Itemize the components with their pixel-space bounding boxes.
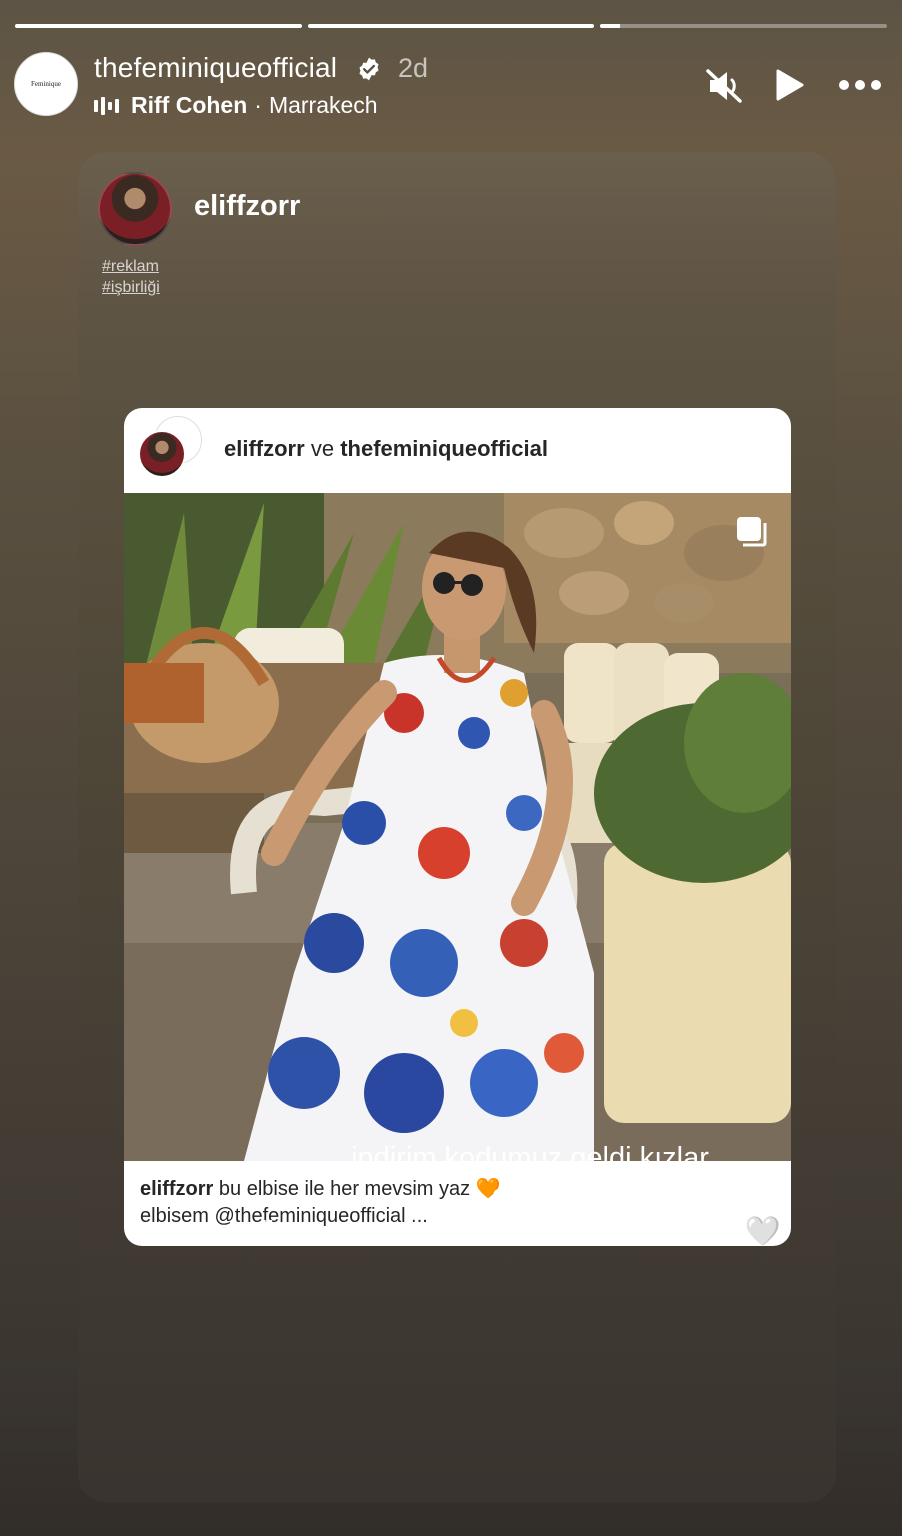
progress-segment xyxy=(600,24,888,28)
hashtag-reklam[interactable]: #reklam xyxy=(102,256,160,277)
music-song: Marrakech xyxy=(268,92,378,118)
progress-segment xyxy=(15,24,302,28)
account-avatar[interactable]: Feminique xyxy=(14,52,78,116)
post-authors: eliffzorr ve thefeminiqueofficial xyxy=(224,436,548,462)
creator-avatar[interactable] xyxy=(98,172,172,246)
music-separator: · xyxy=(254,92,262,118)
hashtag-isbirligi[interactable]: #işbirliği xyxy=(102,277,160,298)
verified-badge-icon xyxy=(359,57,379,81)
play-icon[interactable] xyxy=(774,68,806,102)
account-username[interactable]: thefeminiqueofficial xyxy=(94,52,337,84)
post-header: eliffzorr ve thefeminiqueofficial xyxy=(124,408,791,493)
more-options-icon[interactable] xyxy=(838,68,882,102)
story-text-overlay: indirim kodumuz geldi kızlar elif< 3 ile… xyxy=(0,1140,902,1251)
woman-in-floral-dress-photo xyxy=(124,493,791,1161)
music-artist: Riff Cohen xyxy=(131,92,248,118)
music-bars-icon xyxy=(94,96,119,115)
post-author-1: eliffzorr xyxy=(224,436,305,461)
shared-post[interactable]: eliffzorr ve thefeminiqueofficial eliffz… xyxy=(124,408,791,1246)
overlay-line-1: indirim kodumuz geldi kızlar xyxy=(351,1142,709,1174)
story-header: Feminique thefeminiqueofficial 2d Riff C… xyxy=(14,52,888,118)
muted-speaker-icon[interactable] xyxy=(704,68,744,104)
story-progress xyxy=(15,24,888,28)
music-info[interactable]: Riff Cohen · Marrakech xyxy=(94,92,378,119)
avatar-brand-text: Feminique xyxy=(31,80,61,88)
hashtags: #reklam #işbirliği xyxy=(102,256,160,298)
author-avatar xyxy=(138,430,186,478)
overlay-line-2: elif< 3 xyxy=(491,1179,571,1211)
story-card: eliffzorr #reklam #işbirliği eliffzorr v… xyxy=(78,152,836,1502)
post-authors-joiner: ve xyxy=(310,436,335,461)
creator-username[interactable]: eliffzorr xyxy=(194,190,300,223)
post-time: 2d xyxy=(398,53,429,83)
multiple-photos-icon xyxy=(737,517,767,547)
post-photo xyxy=(124,493,791,1161)
post-author-2: thefeminiqueofficial xyxy=(340,436,548,461)
overlay-line-3: ile tüm ürünlerde %15 indirim bizimdir🤍 xyxy=(261,1216,781,1248)
progress-segment xyxy=(307,24,595,28)
